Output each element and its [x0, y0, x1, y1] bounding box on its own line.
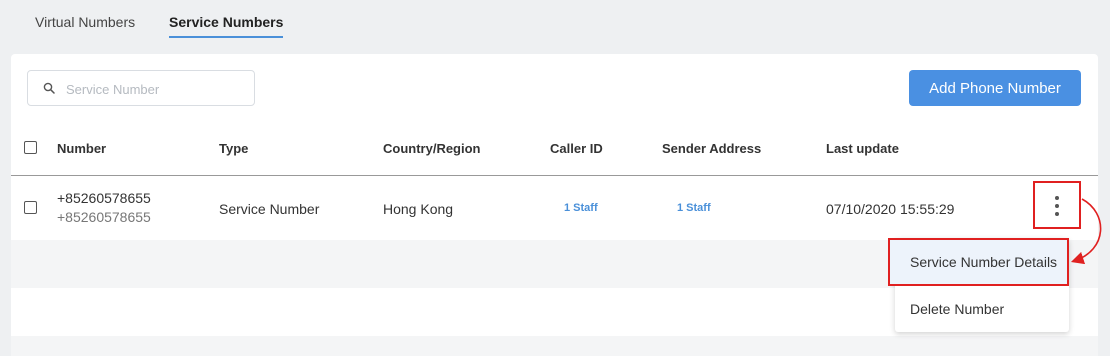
- row-number: +85260578655: [57, 190, 151, 206]
- row-country: Hong Kong: [383, 201, 454, 217]
- tab-bar: Virtual Numbers Service Numbers: [0, 0, 1110, 54]
- row-checkbox[interactable]: [24, 201, 37, 214]
- menu-item-service-number-details[interactable]: Service Number Details: [888, 238, 1069, 286]
- column-header-last-update[interactable]: Last update: [826, 141, 899, 156]
- row-caller-id-link[interactable]: 1 Staff: [564, 202, 598, 214]
- menu-item-delete-number[interactable]: Delete Number: [895, 286, 1069, 332]
- row-last-update: 07/10/2020 15:55:29: [826, 201, 955, 217]
- select-all-checkbox[interactable]: [24, 141, 37, 154]
- header-divider: [11, 175, 1098, 176]
- column-header-type[interactable]: Type: [219, 141, 248, 156]
- add-phone-number-button[interactable]: Add Phone Number: [909, 70, 1081, 106]
- row-sender-address-link[interactable]: 1 Staff: [677, 202, 711, 214]
- empty-row-band: [11, 336, 1098, 356]
- search-input[interactable]: [66, 79, 246, 99]
- tab-virtual-numbers[interactable]: Virtual Numbers: [35, 14, 135, 38]
- column-header-sender-address[interactable]: Sender Address: [662, 141, 761, 156]
- column-header-caller-id[interactable]: Caller ID: [550, 141, 603, 156]
- row-type: Service Number: [219, 201, 320, 217]
- search-icon: [43, 82, 55, 94]
- column-header-country[interactable]: Country/Region: [383, 141, 481, 156]
- column-header-number[interactable]: Number: [57, 141, 106, 156]
- search-box[interactable]: [27, 70, 255, 106]
- row-number-sub: +85260578655: [57, 209, 151, 225]
- row-action-menu: Service Number Details Delete Number: [888, 238, 1069, 332]
- tab-service-numbers[interactable]: Service Numbers: [169, 14, 284, 38]
